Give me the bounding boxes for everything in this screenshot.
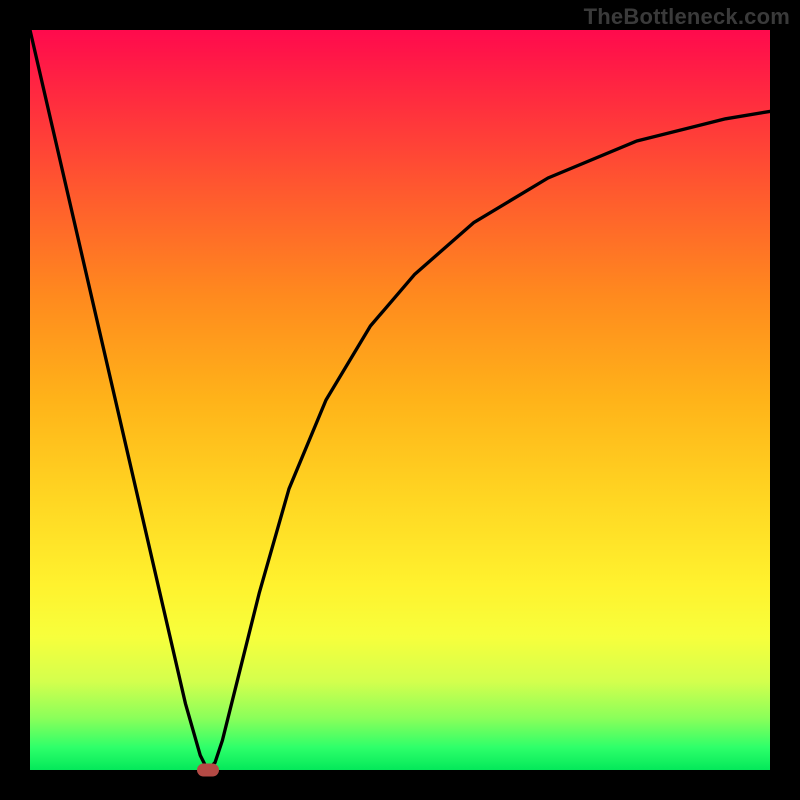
chart-frame: TheBottleneck.com [0,0,800,800]
marker-dot [197,764,219,777]
bottleneck-curve [30,30,770,770]
watermark-text: TheBottleneck.com [584,4,790,30]
plot-area [30,30,770,770]
curve-svg [30,30,770,770]
